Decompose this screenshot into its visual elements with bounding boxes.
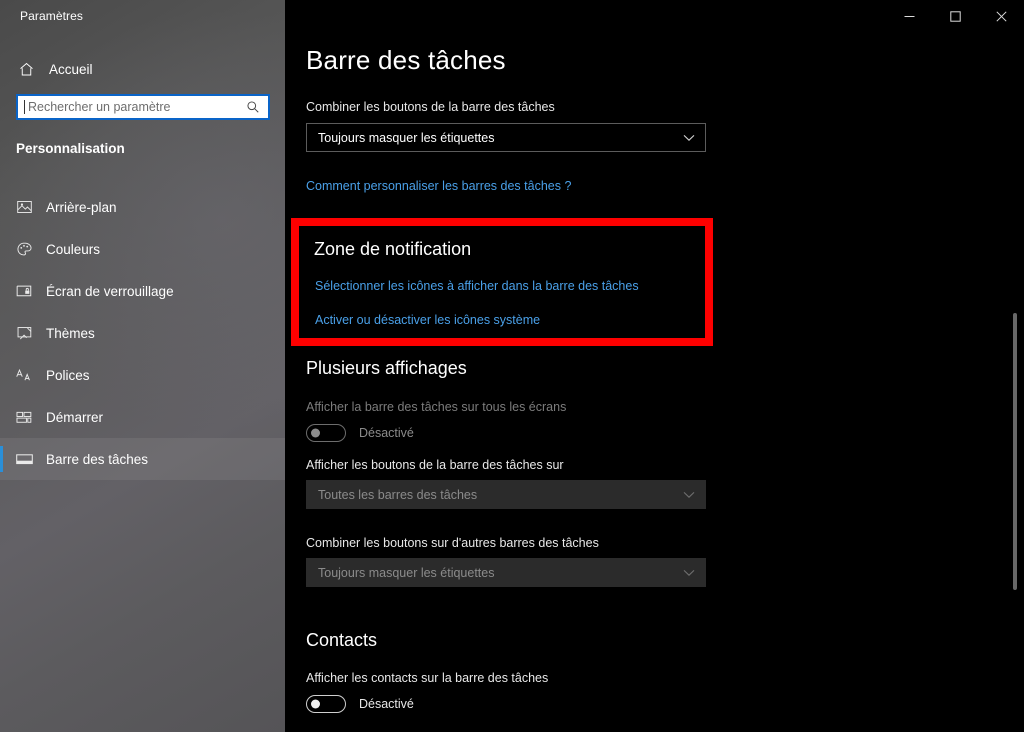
show-taskbar-all-displays-toggle[interactable]: Désactivé xyxy=(306,424,414,442)
sidebar: Paramètres Accueil Rechercher un paramèt… xyxy=(0,0,285,732)
chevron-down-icon xyxy=(682,566,696,580)
chevron-down-icon xyxy=(682,131,696,145)
sidebar-item-lockscreen[interactable]: Écran de verrouillage xyxy=(0,270,285,312)
home-icon xyxy=(13,56,39,82)
page-title: Barre des tâches xyxy=(306,45,506,75)
sidebar-item-background[interactable]: Arrière-plan xyxy=(0,186,285,228)
sidebar-item-start[interactable]: Démarrer xyxy=(0,396,285,438)
start-tiles-icon xyxy=(13,406,35,428)
contacts-heading: Contacts xyxy=(306,630,378,650)
combine-buttons-value: Toujours masquer les étiquettes xyxy=(318,130,495,145)
customize-taskbars-link[interactable]: Comment personnaliser les barres des tâc… xyxy=(306,179,571,193)
minimize-button[interactable] xyxy=(886,0,932,32)
toggle-knob xyxy=(311,699,320,709)
show-contacts-toggle[interactable]: Désactivé xyxy=(306,695,414,713)
theme-brush-icon xyxy=(13,322,35,344)
maximize-button[interactable] xyxy=(932,0,978,32)
sidebar-item-label: Arrière-plan xyxy=(46,199,117,215)
search-icon[interactable] xyxy=(243,97,263,117)
toggle-state-label: Désactivé xyxy=(359,697,414,711)
sidebar-item-taskbar[interactable]: Barre des tâches xyxy=(0,438,285,480)
sidebar-home-label: Accueil xyxy=(49,61,93,77)
show-buttons-on-dropdown[interactable]: Toutes les barres des tâches xyxy=(306,480,706,509)
palette-icon xyxy=(13,238,35,260)
search-placeholder: Rechercher un paramètre xyxy=(28,100,171,114)
multiple-displays-heading: Plusieurs affichages xyxy=(306,358,467,378)
system-icons-link[interactable]: Activer ou désactiver les icônes système xyxy=(315,313,540,327)
show-taskbar-all-displays-label: Afficher la barre des tâches sur tous le… xyxy=(306,400,567,414)
sidebar-section-title: Personnalisation xyxy=(16,141,125,156)
window-controls xyxy=(886,0,1024,32)
vertical-scrollbar[interactable] xyxy=(1009,32,1021,732)
combine-other-taskbars-label: Combiner les boutons sur d'autres barres… xyxy=(306,536,599,550)
notification-area-highlight: Zone de notification Sélectionner les ic… xyxy=(291,218,713,346)
toggle-knob xyxy=(311,428,320,438)
sidebar-item-label: Démarrer xyxy=(46,409,104,425)
sidebar-nav: Arrière-plan Couleurs Écran de verrouill… xyxy=(0,186,285,480)
combine-buttons-label: Combiner les boutons de la barre des tâc… xyxy=(306,100,555,114)
app-title: Paramètres xyxy=(20,9,84,23)
image-icon xyxy=(13,196,35,218)
search-input[interactable]: Rechercher un paramètre xyxy=(16,94,270,120)
sidebar-item-colors[interactable]: Couleurs xyxy=(0,228,285,270)
toggle-switch[interactable] xyxy=(306,424,346,442)
combine-other-taskbars-dropdown[interactable]: Toujours masquer les étiquettes xyxy=(306,558,706,587)
toggle-state-label: Désactivé xyxy=(359,426,414,440)
show-buttons-on-value: Toutes les barres des tâches xyxy=(318,487,478,502)
select-icons-link[interactable]: Sélectionner les icônes à afficher dans … xyxy=(315,279,639,293)
combine-other-taskbars-value: Toujours masquer les étiquettes xyxy=(318,565,495,580)
text-caret xyxy=(24,100,25,114)
fonts-icon xyxy=(13,364,35,386)
taskbar-icon xyxy=(13,448,35,470)
sidebar-item-label: Polices xyxy=(46,367,90,383)
combine-buttons-dropdown[interactable]: Toujours masquer les étiquettes xyxy=(306,123,706,152)
sidebar-item-label: Écran de verrouillage xyxy=(46,283,174,299)
sidebar-item-label: Barre des tâches xyxy=(46,451,149,467)
chevron-down-icon xyxy=(682,488,696,502)
show-contacts-label: Afficher les contacts sur la barre des t… xyxy=(306,671,549,685)
show-buttons-on-label: Afficher les boutons de la barre des tâc… xyxy=(306,458,564,472)
main-content: Barre des tâches Combiner les boutons de… xyxy=(285,0,1024,732)
sidebar-item-home[interactable]: Accueil xyxy=(0,52,285,86)
notification-area-heading: Zone de notification xyxy=(314,239,472,259)
sidebar-item-label: Couleurs xyxy=(46,241,101,257)
sidebar-item-fonts[interactable]: Polices xyxy=(0,354,285,396)
settings-window: Paramètres Accueil Rechercher un paramèt… xyxy=(0,0,1024,732)
sidebar-item-label: Thèmes xyxy=(46,325,95,341)
scrollbar-thumb[interactable] xyxy=(1013,313,1017,590)
toggle-switch[interactable] xyxy=(306,695,346,713)
close-button[interactable] xyxy=(978,0,1024,32)
sidebar-item-themes[interactable]: Thèmes xyxy=(0,312,285,354)
lockscreen-icon xyxy=(13,280,35,302)
